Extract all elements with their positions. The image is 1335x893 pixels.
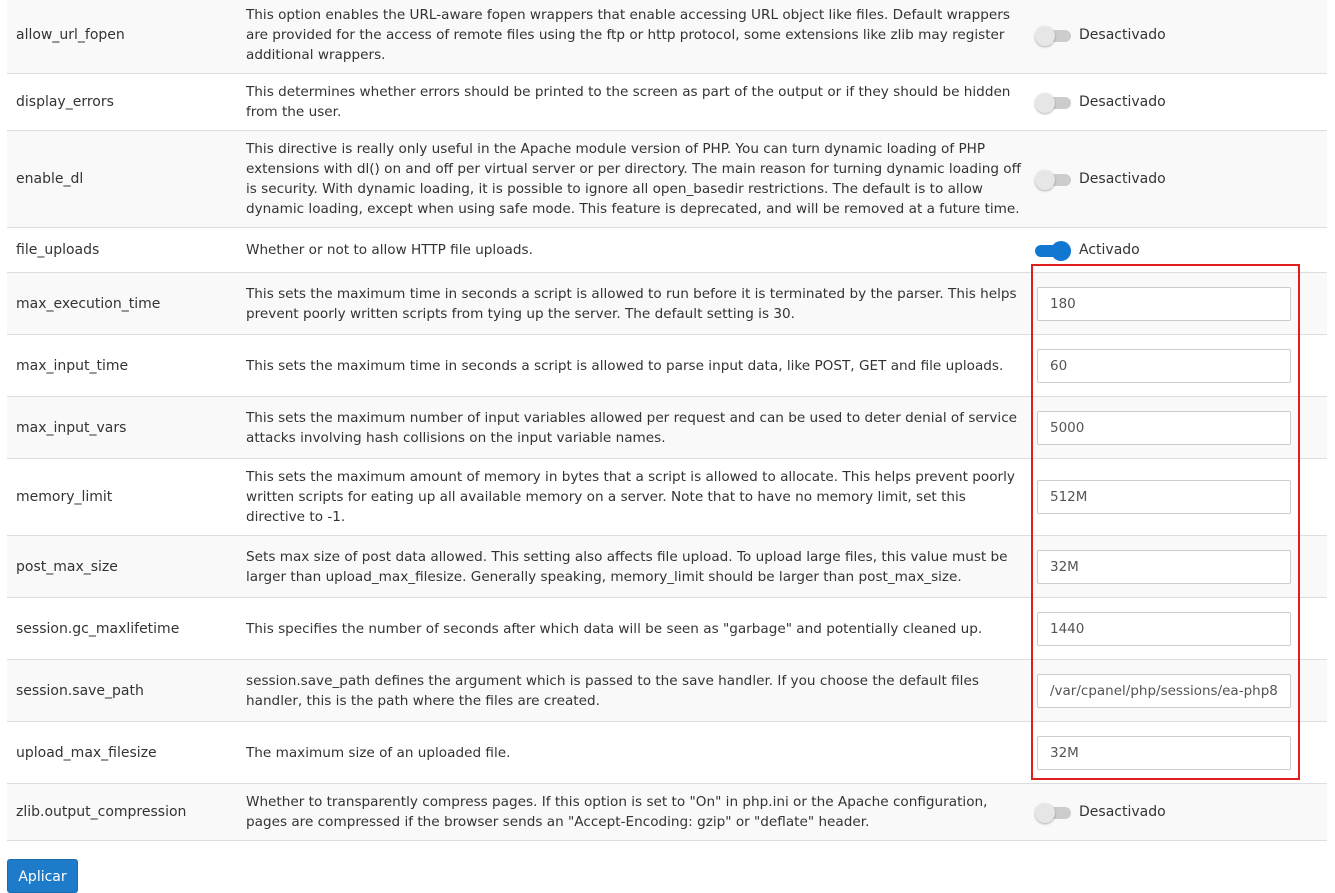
- setting-row-session-save-path: session.save_path session.save_path defi…: [7, 660, 1327, 722]
- setting-control: [1035, 660, 1325, 721]
- setting-description: This sets the maximum number of input va…: [246, 409, 1018, 446]
- setting-row-memory-limit: memory_limit This sets the maximum amoun…: [7, 459, 1327, 536]
- setting-description: This sets the maximum time in seconds a …: [246, 357, 1004, 374]
- max-input-vars-input[interactable]: [1037, 410, 1291, 445]
- setting-row-display-errors: display_errors This determines whether e…: [7, 74, 1327, 131]
- setting-control: [1035, 397, 1325, 458]
- session-gc-maxlifetime-input[interactable]: [1037, 611, 1291, 646]
- setting-name: enable_dl: [16, 171, 84, 187]
- setting-description: session.save_path defines the argument w…: [246, 672, 979, 709]
- toggle-switch[interactable]: [1035, 802, 1071, 823]
- setting-description: This specifies the number of seconds aft…: [246, 620, 983, 637]
- toggle-switch[interactable]: [1035, 240, 1071, 261]
- setting-name: memory_limit: [16, 489, 113, 505]
- toggle-state-label: Desactivado: [1079, 26, 1166, 43]
- setting-control: [1035, 273, 1325, 334]
- setting-control: Desactivado: [1035, 131, 1325, 227]
- setting-name: upload_max_filesize: [16, 744, 157, 761]
- setting-row-post-max-size: post_max_size Sets max size of post data…: [7, 536, 1327, 598]
- toggle-switch[interactable]: [1035, 25, 1071, 46]
- apply-button[interactable]: Aplicar: [7, 859, 78, 893]
- max-input-time-input[interactable]: [1037, 348, 1291, 383]
- setting-description: This sets the maximum time in seconds a …: [246, 285, 1017, 322]
- setting-control: Desactivado: [1035, 0, 1325, 73]
- setting-row-max-input-vars: max_input_vars This sets the maximum num…: [7, 397, 1327, 459]
- setting-control: [1035, 598, 1325, 659]
- post-max-size-input[interactable]: [1037, 549, 1291, 584]
- setting-row-upload-max-filesize: upload_max_filesize The maximum size of …: [7, 722, 1327, 784]
- toggle-state-label: Desactivado: [1079, 171, 1166, 187]
- setting-description: Sets max size of post data allowed. This…: [246, 548, 1008, 585]
- setting-name: post_max_size: [16, 558, 118, 575]
- toggle-switch[interactable]: [1035, 169, 1071, 190]
- setting-control: Desactivado: [1035, 74, 1325, 130]
- toggle-state-label: Desactivado: [1079, 94, 1166, 110]
- session-save-path-input[interactable]: [1037, 673, 1291, 708]
- setting-row-enable-dl: enable_dl This directive is really only …: [7, 131, 1327, 228]
- setting-description: This directive is really only useful in …: [246, 141, 1021, 217]
- setting-description: This option enables the URL-aware fopen …: [246, 6, 1010, 63]
- setting-description: This sets the maximum amount of memory i…: [246, 469, 1015, 525]
- setting-name: max_execution_time: [16, 295, 161, 312]
- setting-row-session-gc-maxlifetime: session.gc_maxlifetime This specifies th…: [7, 598, 1327, 660]
- setting-row-zlib-output-compression: zlib.output_compression Whether to trans…: [7, 784, 1327, 841]
- upload-max-filesize-input[interactable]: [1037, 735, 1291, 770]
- memory-limit-input[interactable]: [1037, 480, 1291, 514]
- setting-row-file-uploads: file_uploads Whether or not to allow HTT…: [7, 228, 1327, 273]
- setting-description: Whether or not to allow HTTP file upload…: [246, 242, 533, 258]
- setting-control: Desactivado: [1035, 784, 1325, 840]
- toggle-state-label: Desactivado: [1079, 804, 1166, 820]
- toggle-state-label: Activado: [1079, 242, 1140, 258]
- setting-control: Activado: [1035, 228, 1325, 272]
- toggle-switch[interactable]: [1035, 92, 1071, 113]
- setting-row-max-execution-time: max_execution_time This sets the maximum…: [7, 273, 1327, 335]
- setting-description: This determines whether errors should be…: [246, 84, 1011, 120]
- setting-name: max_input_time: [16, 357, 129, 374]
- setting-description: Whether to transparently compress pages.…: [246, 794, 988, 830]
- setting-control: [1035, 459, 1325, 535]
- setting-control: [1035, 335, 1325, 396]
- setting-name: session.save_path: [16, 682, 144, 699]
- setting-name: session.gc_maxlifetime: [16, 620, 180, 637]
- setting-name: zlib.output_compression: [16, 804, 187, 820]
- max-execution-time-input[interactable]: [1037, 286, 1291, 321]
- setting-name: max_input_vars: [16, 419, 127, 436]
- setting-row-max-input-time: max_input_time This sets the maximum tim…: [7, 335, 1327, 397]
- setting-name: file_uploads: [16, 242, 100, 258]
- setting-name: display_errors: [16, 94, 114, 110]
- setting-control: [1035, 536, 1325, 597]
- setting-name: allow_url_fopen: [16, 26, 125, 43]
- setting-control: [1035, 722, 1325, 783]
- setting-row-allow-url-fopen: allow_url_fopen This option enables the …: [7, 0, 1327, 74]
- apply-button-label: Aplicar: [18, 869, 67, 885]
- setting-description: The maximum size of an uploaded file.: [246, 744, 511, 761]
